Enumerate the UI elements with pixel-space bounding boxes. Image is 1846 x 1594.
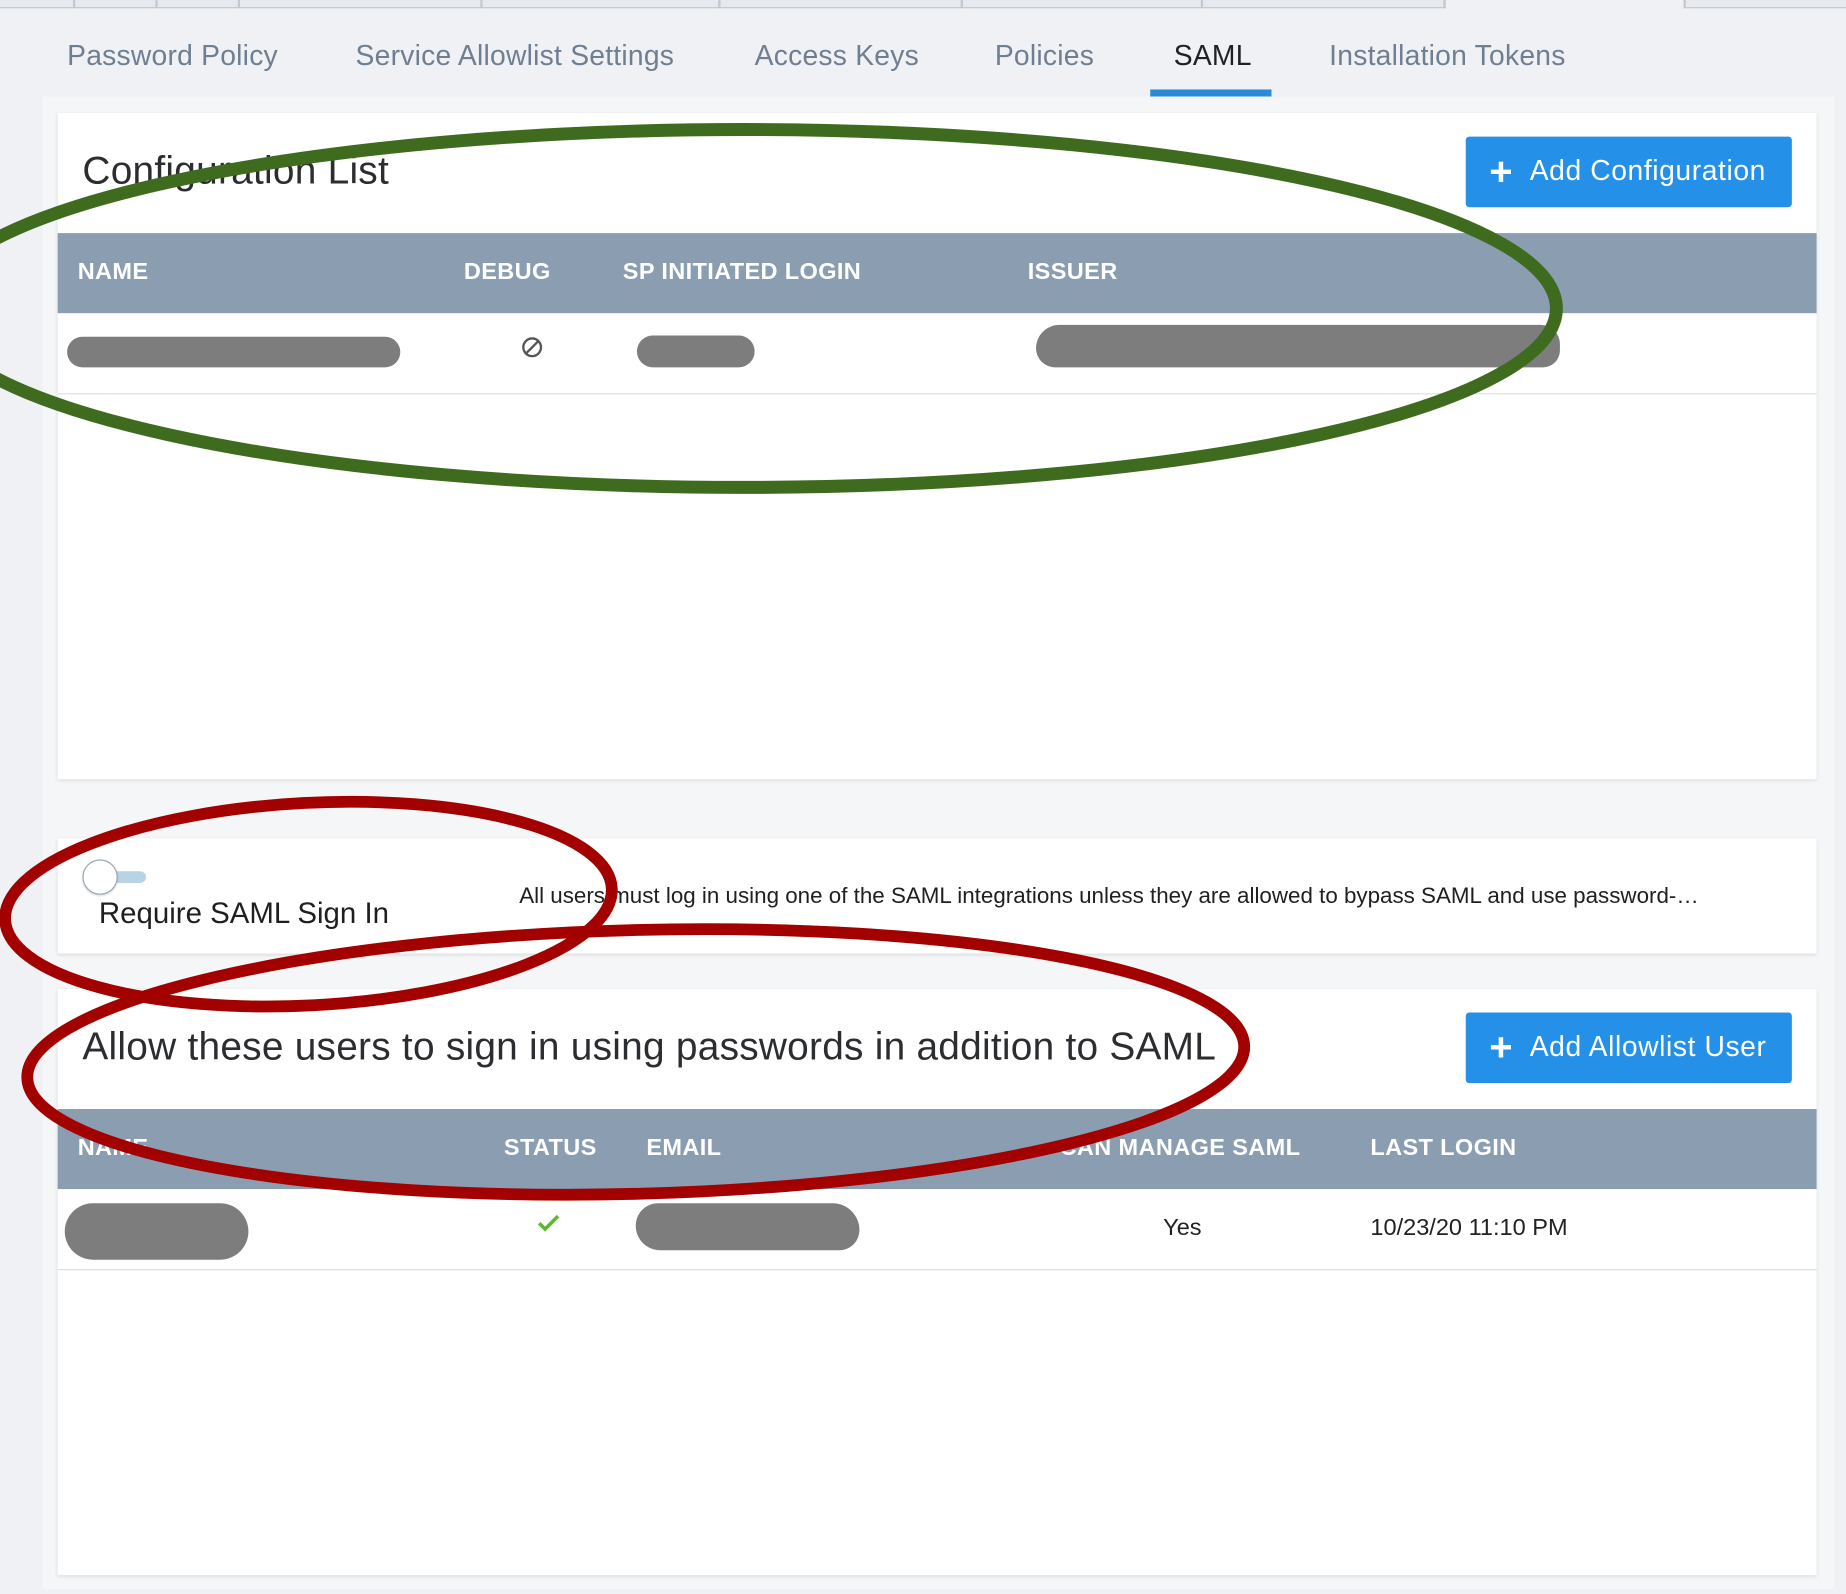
redacted-email	[635, 1203, 860, 1251]
plus-icon: +	[1489, 149, 1514, 195]
redacted-sp-initiated-login	[636, 335, 755, 368]
column-header-debug[interactable]: DEBUG	[464, 259, 551, 286]
tab-installation-tokens[interactable]: Installation Tokens	[1329, 40, 1565, 73]
allowlist-card: Allow these users to sign in using passw…	[57, 988, 1817, 1576]
tab-policies[interactable]: Policies	[995, 40, 1094, 73]
tab-password-policy[interactable]: Password Policy	[67, 40, 278, 73]
add-configuration-button[interactable]: + Add Configuration	[1465, 136, 1792, 208]
allowlist-table-header: NAME STATUS EMAIL CAN MANAGE SAML LAST L…	[57, 1109, 1817, 1190]
require-saml-toggle[interactable]	[82, 859, 148, 895]
redacted-name	[67, 336, 401, 368]
column-header-name[interactable]: NAME	[78, 259, 149, 286]
redacted-user-name	[64, 1203, 249, 1260]
column-header-sp-initiated-login[interactable]: SP INITIATED LOGIN	[623, 259, 861, 286]
add-allowlist-user-button[interactable]: + Add Allowlist User	[1465, 1012, 1792, 1084]
can-manage-saml-value: Yes	[1163, 1214, 1202, 1241]
disabled-icon	[519, 334, 545, 367]
configuration-list-card: Configuration List + Add Configuration N…	[57, 113, 1817, 780]
allowlist-title: Allow these users to sign in using passw…	[82, 1024, 1217, 1068]
column-header-can-manage-saml[interactable]: CAN MANAGE SAML	[1060, 1135, 1301, 1162]
require-saml-description: All users must log in using one of the S…	[519, 884, 1699, 909]
toggle-knob	[82, 859, 118, 895]
configuration-table-header: NAME DEBUG SP INITIATED LOGIN ISSUER	[57, 233, 1817, 314]
top-browser-strip	[0, 0, 1846, 9]
active-tab-indicator	[1150, 89, 1272, 97]
column-header-status[interactable]: STATUS	[504, 1135, 597, 1162]
tab-service-allowlist-settings[interactable]: Service Allowlist Settings	[356, 40, 675, 73]
add-configuration-label: Add Configuration	[1529, 155, 1766, 188]
plus-icon: +	[1489, 1025, 1514, 1071]
column-header-issuer[interactable]: ISSUER	[1028, 259, 1118, 286]
check-icon	[537, 1213, 561, 1240]
tab-bar: Password Policy Service Allowlist Settin…	[0, 26, 1846, 97]
tab-saml[interactable]: SAML	[1174, 40, 1252, 73]
column-header-name[interactable]: NAME	[78, 1135, 149, 1162]
redacted-issuer	[1036, 324, 1560, 368]
table-row[interactable]: Yes 10/23/20 11:10 PM	[57, 1189, 1817, 1271]
table-row[interactable]	[57, 313, 1817, 395]
add-allowlist-user-label: Add Allowlist User	[1529, 1031, 1767, 1064]
require-saml-label: Require SAML Sign In	[98, 897, 390, 931]
column-header-email[interactable]: EMAIL	[646, 1135, 721, 1162]
tab-access-keys[interactable]: Access Keys	[755, 40, 919, 73]
last-login-value: 10/23/20 11:10 PM	[1370, 1214, 1568, 1241]
page: Password Policy Service Allowlist Settin…	[0, 0, 1846, 1594]
configuration-list-title: Configuration List	[82, 148, 390, 192]
column-header-last-login[interactable]: LAST LOGIN	[1370, 1135, 1516, 1162]
